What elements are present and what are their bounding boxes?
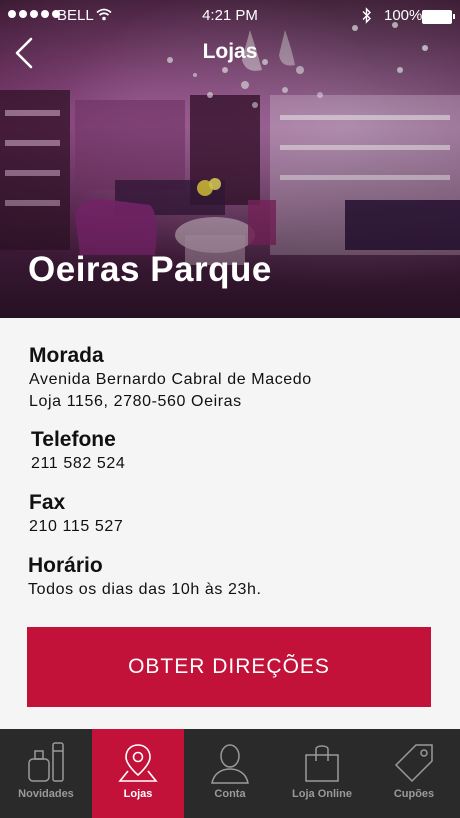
tab-bar: Novidades Lojas Conta Loja Online Cupões [0,729,460,818]
store-hero-image: BELL 4:21 PM 100% Lojas Oeiras Parque [0,0,460,318]
status-bar: BELL 4:21 PM 100% [0,0,460,32]
perfume-icon [28,742,64,782]
hours-label: Horário [28,554,103,577]
tab-label: Conta [214,788,246,800]
tab-loja-online[interactable]: Loja Online [276,729,368,818]
fax-value: 210 115 527 [29,518,124,535]
address-line-1: Avenida Bernardo Cabral de Macedo [29,371,312,388]
tab-label: Lojas [123,788,153,800]
shopping-bag-icon [305,745,339,782]
phone-value[interactable]: 211 582 524 [31,453,125,475]
tab-novidades[interactable]: Novidades [0,729,92,818]
address-line-2: Loja 1156, 2780-560 Oeiras [29,393,242,410]
get-directions-button[interactable]: OBTER DIREÇÕES [27,627,431,707]
hours-value: Todos os dias das 10h às 23h. [28,581,262,598]
fax-label: Fax [29,491,66,514]
tag-icon [394,744,433,783]
bluetooth-icon [362,7,371,24]
page-title: Lojas [202,40,258,63]
tab-cupoes[interactable]: Cupões [368,729,460,818]
store-name: Oeiras Parque [28,250,272,289]
battery-icon [422,10,455,24]
tab-lojas[interactable]: Lojas [92,729,184,818]
address-label: Morada [29,344,104,367]
battery-percent: 100% [384,7,423,24]
phone-label: Telefone [31,428,116,451]
tab-label: Novidades [18,788,74,800]
tab-conta[interactable]: Conta [184,729,276,818]
tab-label: Loja Online [292,788,352,800]
user-icon [211,744,249,784]
map-pin-icon [118,744,158,782]
tab-label: Cupões [393,788,435,800]
